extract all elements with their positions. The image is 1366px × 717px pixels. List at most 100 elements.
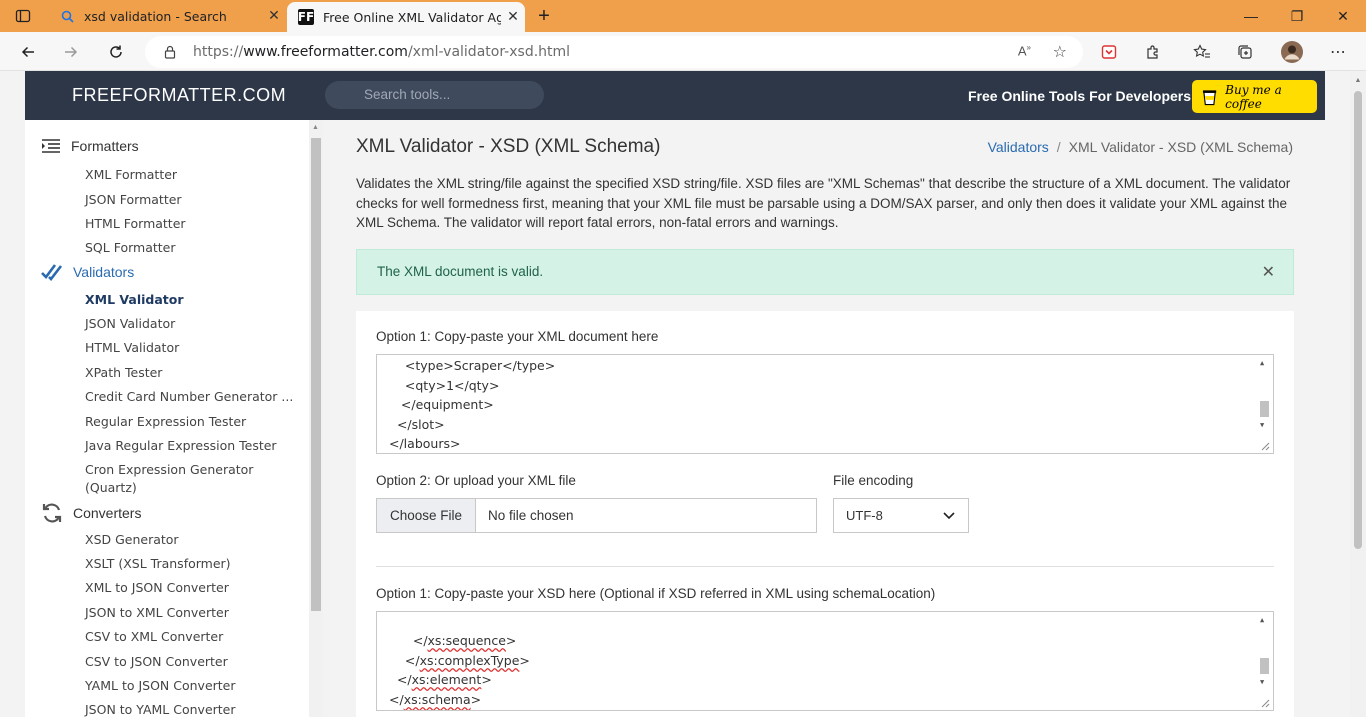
scroll-up-icon[interactable]: ▲ [312,124,319,131]
sidebar-item-cron-generator-quartz[interactable]: (Quartz) [85,480,137,495]
breadcrumb: Validators / XML Validator - XSD (XML Sche… [988,139,1293,155]
textarea-scrollbar[interactable]: ▲ ▼ [1256,355,1273,453]
extension-pocket-icon[interactable] [1093,36,1125,68]
sidebar-item-json-to-yaml[interactable]: JSON to YAML Converter [85,702,236,717]
search-tools-input[interactable]: Search tools... [325,81,544,109]
sidebar-item-sql-formatter[interactable]: SQL Formatter [85,240,176,255]
xml-input-textarea[interactable]: <type>Scraper</type> <qty>1</qty> </equi… [376,354,1274,454]
sidebar-section-converters[interactable]: Converters [41,502,141,524]
file-encoding-select[interactable]: UTF-8 [833,498,969,533]
tab-search[interactable]: xsd validation - Search ✕ [48,0,286,32]
tool-description: Validates the XML string/file against th… [356,176,1291,230]
sidebar-item-html-validator[interactable]: HTML Validator [85,340,179,355]
scrollbar-thumb[interactable] [311,138,321,611]
tab-title: Free Online XML Validator Again [323,9,501,25]
sidebar-item-json-formatter[interactable]: JSON Formatter [85,192,182,207]
sidebar-item-java-regex-tester[interactable]: Java Regular Expression Tester [85,438,277,453]
sidebar-item-cron-generator[interactable]: Cron Expression Generator [85,462,253,477]
scrollbar-thumb[interactable] [1260,658,1269,674]
collections-icon[interactable] [1229,36,1261,68]
sidebar-item-csv-to-xml[interactable]: CSV to XML Converter [85,629,223,644]
tab-actions-icon[interactable] [0,0,46,32]
profile-avatar[interactable] [1276,36,1308,68]
buy-me-a-coffee-button[interactable]: Buy me a coffee [1192,80,1317,113]
encoding-label: File encoding [833,473,914,488]
tab-xml-validator[interactable]: FF Free Online XML Validator Again ✕ [287,2,525,32]
page-scrollbar[interactable]: ▲ [1350,71,1366,717]
breadcrumb-current: XML Validator - XSD (XML Schema) [1068,139,1293,155]
scrollbar-thumb[interactable] [1354,91,1362,549]
sidebar-item-xslt[interactable]: XSLT (XSL Transformer) [85,556,231,571]
sidebar-item-xpath-tester[interactable]: XPath Tester [85,365,162,380]
close-window-button[interactable]: ✕ [1320,0,1366,32]
close-tab-icon[interactable]: ✕ [262,8,286,24]
xsd-input-textarea[interactable]: </xs:sequence> </xs:complexType> </xs:el… [376,611,1274,711]
alert-message: The XML document is valid. [377,264,544,279]
sidebar-item-regex-tester[interactable]: Regular Expression Tester [85,414,246,429]
scroll-up-icon[interactable]: ▲ [1260,616,1264,624]
sidebar-item-xml-validator[interactable]: XML Validator [85,292,184,307]
site-logo[interactable]: FREEFORMATTER.COM [72,85,286,106]
validator-form: Option 1: Copy-paste your XML document h… [356,311,1294,717]
browser-titlebar: xsd validation - Search ✕ FF Free Online… [0,0,1366,32]
sidebar-section-label: Validators [73,264,135,280]
close-alert-icon[interactable]: ✕ [1262,262,1275,282]
extensions-icon[interactable] [1137,36,1169,68]
code-line: </xs:element> [396,672,492,687]
xml-input-label: Option 1: Copy-paste your XML document h… [376,329,659,344]
sidebar-section-validators[interactable]: Validators [41,263,134,281]
scroll-up-icon[interactable]: ▲ [1260,359,1264,367]
sidebar-item-xml-to-json[interactable]: XML to JSON Converter [85,580,229,595]
sidebar-item-json-to-xml[interactable]: JSON to XML Converter [85,605,229,620]
sidebar-section-formatters[interactable]: Formatters [41,138,139,154]
coffee-label: Buy me a coffee [1225,82,1282,111]
sidebar-item-json-validator[interactable]: JSON Validator [85,316,175,331]
url-text: https://www.freeformatter.com/xml-valida… [193,44,571,60]
refresh-icon[interactable] [100,36,132,68]
file-upload-input[interactable]: Choose File No file chosen [376,498,817,533]
xsd-input-label: Option 1: Copy-paste your XSD here (Opti… [376,586,936,601]
sync-arrows-icon [42,503,62,523]
resize-grip-icon[interactable] [1261,442,1270,451]
scroll-up-icon[interactable]: ▲ [1354,77,1362,84]
sidebar-scrollbar[interactable]: ▲ [309,120,323,717]
sidebar-nav: Formatters XML Formatter JSON Formatter … [25,120,309,717]
sidebar-item-xsd-generator[interactable]: XSD Generator [85,532,179,547]
upload-label: Option 2: Or upload your XML file [376,473,576,488]
selected-encoding: UTF-8 [846,508,883,523]
choose-file-button[interactable]: Choose File [377,499,476,532]
address-bar[interactable]: https://www.freeformatter.com/xml-valida… [145,36,1083,68]
minimize-button[interactable]: — [1228,0,1274,32]
resize-grip-icon[interactable] [1261,699,1270,708]
sidebar-item-html-formatter[interactable]: HTML Formatter [85,216,186,231]
scrollbar-thumb[interactable] [1260,401,1269,417]
read-aloud-icon[interactable]: A» [1018,43,1031,58]
more-options-icon[interactable]: ⋯ [1322,36,1354,68]
favorites-icon[interactable] [1186,36,1218,68]
new-tab-button[interactable]: + [521,0,567,32]
restore-button[interactable]: ❐ [1274,0,1320,32]
sidebar-section-label: Converters [73,505,142,521]
coffee-cup-icon [1202,89,1217,105]
freeformatter-favicon-icon: FF [297,9,315,25]
back-icon[interactable] [12,36,44,68]
sidebar-item-xml-formatter[interactable]: XML Formatter [85,167,177,182]
site-header: FREEFORMATTER.COM Search tools... Free O… [25,71,1325,120]
sidebar-item-csv-to-json[interactable]: CSV to JSON Converter [85,654,228,669]
code-line: </slot> [389,417,445,432]
sidebar-item-yaml-to-json[interactable]: YAML to JSON Converter [85,678,236,693]
code-line: </equipment> [389,397,494,412]
scroll-down-icon[interactable]: ▼ [1260,678,1264,686]
code-line: <type>Scraper</type> [389,358,556,373]
textarea-scrollbar[interactable]: ▲ ▼ [1256,612,1273,710]
sidebar-item-credit-card-generator[interactable]: Credit Card Number Generator ... [85,389,293,404]
favorite-add-icon[interactable]: ☆ [1053,42,1067,62]
tab-title: xsd validation - Search [84,8,227,24]
scroll-down-icon[interactable]: ▼ [1260,421,1264,429]
section-divider [376,566,1274,567]
forward-icon[interactable] [55,36,87,68]
success-alert: The XML document is valid. ✕ [356,249,1294,295]
breadcrumb-validators-link[interactable]: Validators [988,139,1049,155]
search-icon [59,8,75,24]
main-content: XML Validator - XSD (XML Schema) Validat… [323,120,1325,717]
